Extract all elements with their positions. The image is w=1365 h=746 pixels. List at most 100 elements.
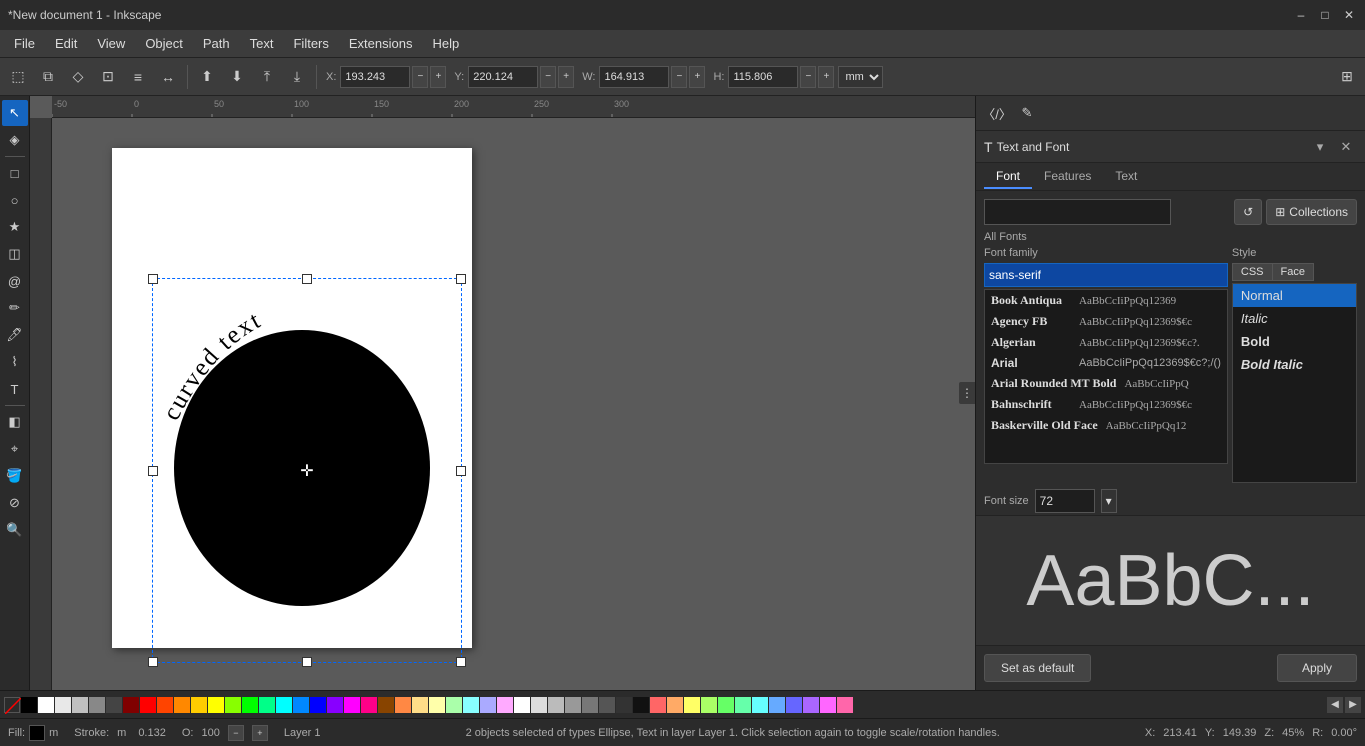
color-swatch[interactable] (582, 697, 598, 713)
canvas-inner[interactable]: curved text ✛ (52, 118, 975, 690)
tool-pencil[interactable]: ✏ (2, 295, 28, 321)
font-list-item[interactable]: ArialAaBbCcIiPpQq12369$€c?;/() (985, 353, 1227, 373)
color-swatch[interactable] (174, 697, 190, 713)
w-input[interactable] (599, 66, 669, 88)
toolbar-select-all[interactable]: ⧉ (34, 63, 62, 91)
color-swatch[interactable] (242, 697, 258, 713)
color-swatch[interactable] (208, 697, 224, 713)
color-swatch[interactable] (276, 697, 292, 713)
canvas-panel-toggle[interactable]: ⋮ (959, 382, 975, 404)
css-button[interactable]: CSS (1232, 263, 1272, 281)
color-swatch[interactable] (599, 697, 615, 713)
color-swatch[interactable] (480, 697, 496, 713)
color-swatch[interactable] (565, 697, 581, 713)
tool-text[interactable]: T (2, 376, 28, 402)
color-swatch[interactable] (259, 697, 275, 713)
menu-edit[interactable]: Edit (45, 32, 87, 55)
color-swatch[interactable] (837, 697, 853, 713)
color-swatch[interactable] (718, 697, 734, 713)
color-swatch[interactable] (786, 697, 802, 713)
x-dec[interactable]: − (412, 66, 428, 88)
font-list-item[interactable]: Baskerville Old FaceAaBbCcIiPpQq12 (985, 415, 1227, 436)
font-list-item[interactable]: Agency FBAaBbCcIiPpQq12369$€c (985, 311, 1227, 332)
tool-paint[interactable]: 🪣 (2, 463, 28, 489)
tool-select[interactable]: ↖ (2, 100, 28, 126)
color-swatch[interactable] (344, 697, 360, 713)
tab-text[interactable]: Text (1103, 165, 1149, 189)
color-swatch[interactable] (38, 697, 54, 713)
color-swatch[interactable] (548, 697, 564, 713)
toolbar-nodes[interactable]: ◇ (64, 63, 92, 91)
color-swatch[interactable] (327, 697, 343, 713)
color-swatch[interactable] (395, 697, 411, 713)
color-swatch[interactable] (123, 697, 139, 713)
w-inc[interactable]: + (689, 66, 705, 88)
color-swatch[interactable] (378, 697, 394, 713)
snap-toggle[interactable]: ⊞ (1333, 63, 1361, 91)
menu-view[interactable]: View (87, 32, 135, 55)
tool-pen[interactable]: 🖊 (2, 322, 28, 348)
color-swatch[interactable] (106, 697, 122, 713)
refresh-button[interactable]: ↺ (1234, 199, 1262, 225)
font-list[interactable]: Book AntiquaAaBbCcIiPpQq12369Agency FBAa… (984, 289, 1228, 464)
toolbar-scale[interactable]: ↔ (154, 63, 182, 91)
color-swatch[interactable] (293, 697, 309, 713)
font-list-item[interactable]: Book AntiquaAaBbCcIiPpQq12369 (985, 290, 1227, 311)
panel-close-icon[interactable]: ✕ (1335, 136, 1357, 158)
tab-features[interactable]: Features (1032, 165, 1103, 189)
close-button[interactable]: ✕ (1341, 7, 1357, 23)
handle-tl[interactable] (148, 274, 158, 284)
color-swatch[interactable] (55, 697, 71, 713)
color-swatch[interactable] (735, 697, 751, 713)
toolbar-raise[interactable]: ⬆ (193, 63, 221, 91)
tool-spiral[interactable]: @ (2, 268, 28, 294)
color-swatch[interactable] (446, 697, 462, 713)
handle-tr[interactable] (456, 274, 466, 284)
panel-icon-xml[interactable]: 〈/〉 (984, 100, 1010, 126)
handle-tc[interactable] (302, 274, 312, 284)
handle-br[interactable] (456, 657, 466, 667)
style-list-item[interactable]: Italic (1233, 307, 1356, 330)
swatch-transparent[interactable] (4, 697, 20, 713)
color-swatch[interactable] (531, 697, 547, 713)
color-swatch[interactable] (429, 697, 445, 713)
tool-zoom[interactable]: 🔍 (2, 517, 28, 543)
color-swatch[interactable] (191, 697, 207, 713)
color-swatch[interactable] (820, 697, 836, 713)
menu-path[interactable]: Path (193, 32, 240, 55)
style-list-item[interactable]: Normal (1233, 284, 1356, 307)
tool-3dbox[interactable]: ◫ (2, 241, 28, 267)
color-swatch[interactable] (633, 697, 649, 713)
color-swatch[interactable] (650, 697, 666, 713)
x-input[interactable] (340, 66, 410, 88)
h-inc[interactable]: + (818, 66, 834, 88)
y-inc[interactable]: + (558, 66, 574, 88)
tool-star[interactable]: ★ (2, 214, 28, 240)
color-swatch[interactable] (225, 697, 241, 713)
opacity-inc[interactable]: + (252, 725, 268, 741)
color-swatch[interactable] (89, 697, 105, 713)
color-swatch[interactable] (463, 697, 479, 713)
color-swatch[interactable] (310, 697, 326, 713)
tool-node[interactable]: ◈ (2, 127, 28, 153)
color-swatch[interactable] (497, 697, 513, 713)
color-swatch[interactable] (21, 697, 37, 713)
style-list-item[interactable]: Bold Italic (1233, 353, 1356, 376)
color-swatch[interactable] (803, 697, 819, 713)
color-swatch[interactable] (684, 697, 700, 713)
collections-button[interactable]: ⊞ Collections (1266, 199, 1357, 225)
color-swatch[interactable] (616, 697, 632, 713)
color-swatch[interactable] (72, 697, 88, 713)
toolbar-select[interactable]: ⬚ (4, 63, 32, 91)
color-swatch[interactable] (701, 697, 717, 713)
palette-prev[interactable]: ◀ (1327, 697, 1343, 713)
font-list-item[interactable]: AlgerianAaBbCcIiPpQq12369$€c?. (985, 332, 1227, 353)
set-default-button[interactable]: Set as default (984, 654, 1091, 682)
y-input[interactable] (468, 66, 538, 88)
toolbar-transform[interactable]: ⊡ (94, 63, 122, 91)
handle-mr[interactable] (456, 466, 466, 476)
h-input[interactable] (728, 66, 798, 88)
face-button[interactable]: Face (1272, 263, 1314, 281)
menu-object[interactable]: Object (135, 32, 193, 55)
menu-text[interactable]: Text (240, 32, 284, 55)
